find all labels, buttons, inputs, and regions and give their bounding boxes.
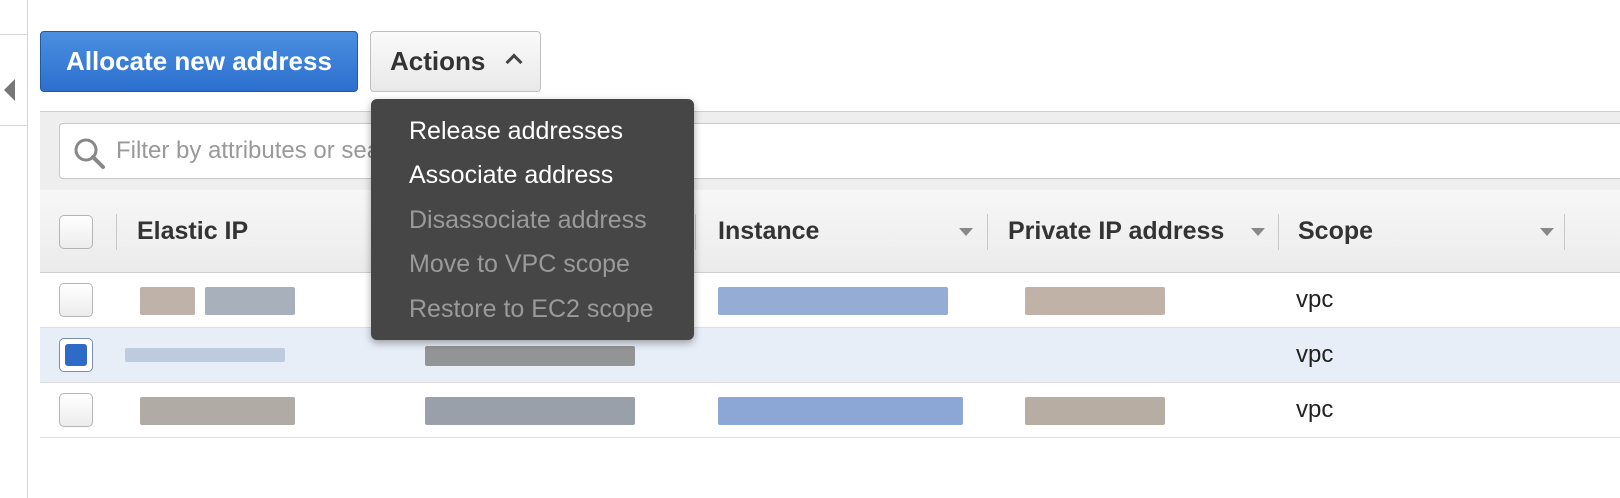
search-icon	[74, 138, 105, 169]
column-separator	[116, 214, 117, 250]
select-all-checkbox[interactable]	[59, 215, 93, 249]
column-header-label: Instance	[718, 217, 820, 245]
column-header-elastic-ip[interactable]: Elastic IP	[137, 190, 248, 272]
side-panel-strip	[0, 0, 28, 498]
allocate-new-address-button[interactable]: Allocate new address	[40, 31, 358, 92]
column-header-instance[interactable]: Instance	[718, 190, 988, 272]
scope-cell: vpc	[1296, 286, 1334, 313]
column-header-label: Scope	[1298, 217, 1374, 245]
table-header: Elastic IP Instance Private IP address S…	[40, 190, 1620, 273]
menu-item-restore-to-ec2-scope: Restore to EC2 scope	[409, 295, 654, 323]
table-row[interactable]: vpc	[40, 383, 1620, 438]
sort-down-icon[interactable]	[959, 228, 973, 236]
table-row[interactable]: vpc	[40, 273, 1620, 328]
actions-dropdown-menu: Release addresses Associate address Disa…	[371, 99, 694, 340]
column-separator	[1278, 214, 1279, 250]
collapse-left-icon[interactable]	[4, 79, 15, 101]
scope-cell: vpc	[1296, 341, 1334, 368]
menu-item-move-to-vpc-scope: Move to VPC scope	[409, 250, 630, 278]
row-checkbox[interactable]	[59, 393, 93, 427]
divider	[27, 0, 28, 498]
chevron-up-icon	[505, 53, 523, 71]
actions-button-label: Actions	[390, 46, 486, 76]
sort-down-icon[interactable]	[1251, 228, 1265, 236]
column-separator	[987, 214, 988, 250]
scope-cell: vpc	[1296, 396, 1334, 423]
sort-down-icon[interactable]	[1540, 228, 1554, 236]
actions-button[interactable]: Actions	[370, 31, 541, 92]
column-separator	[695, 214, 696, 250]
menu-item-release-addresses[interactable]: Release addresses	[409, 111, 623, 151]
menu-item-associate-address[interactable]: Associate address	[409, 155, 613, 195]
search-box[interactable]	[59, 123, 1620, 179]
table-row-selected[interactable]: vpc	[40, 328, 1620, 383]
divider	[0, 34, 27, 35]
column-header-private-ip[interactable]: Private IP address	[1008, 190, 1278, 272]
column-header-scope[interactable]: Scope	[1298, 190, 1568, 272]
menu-item-disassociate-address: Disassociate address	[409, 206, 647, 234]
row-checkbox-checked[interactable]	[59, 338, 93, 372]
column-header-label: Private IP address	[1008, 217, 1225, 245]
divider	[0, 125, 27, 126]
row-checkbox[interactable]	[59, 283, 93, 317]
column-separator	[1564, 214, 1565, 250]
filter-bar	[40, 111, 1620, 191]
